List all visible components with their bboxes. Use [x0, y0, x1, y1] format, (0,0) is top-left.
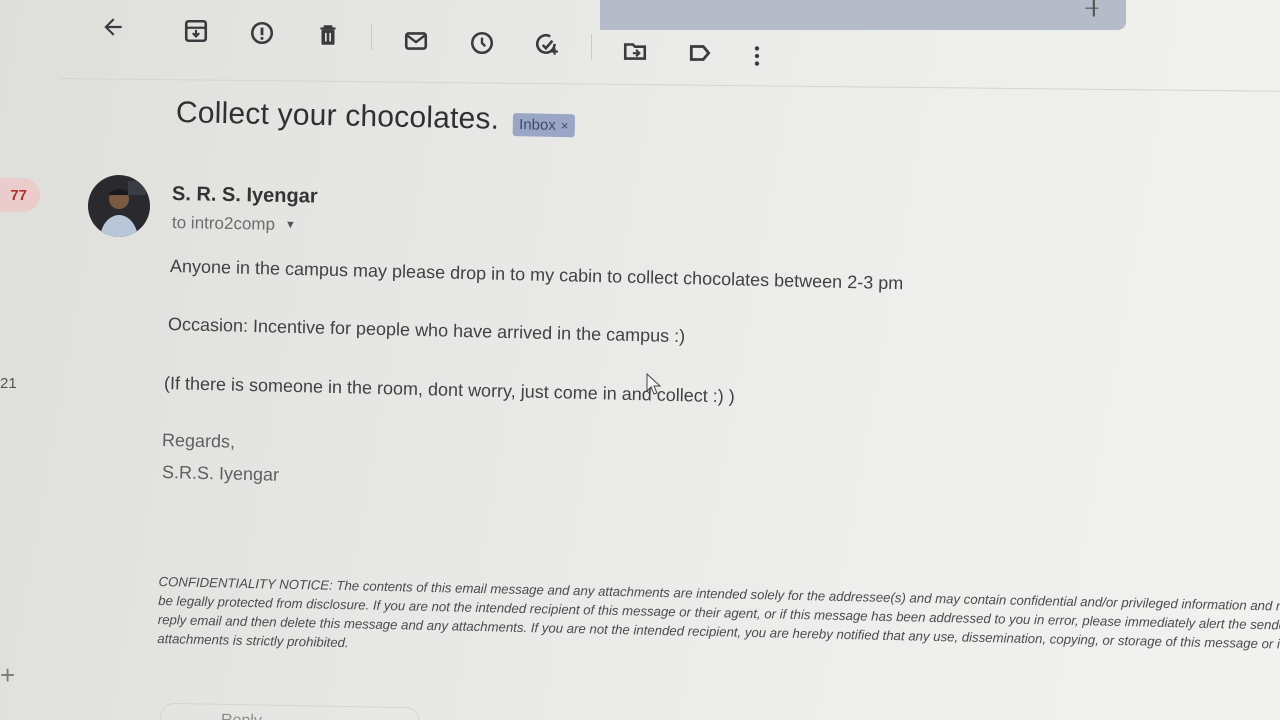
sidebar-count-2[interactable]: 21: [0, 375, 17, 392]
mouse-cursor-icon: [646, 373, 662, 395]
signature-regards: Regards,: [161, 430, 236, 452]
reply-label: Reply: [221, 712, 262, 720]
label-icon[interactable]: [685, 38, 715, 68]
reply-button[interactable]: Reply: [159, 702, 421, 720]
toolbar-divider: [59, 78, 1280, 92]
add-to-tasks-icon[interactable]: [532, 30, 562, 60]
confidentiality-notice: CONFIDENTIALITY NOTICE: The contents of …: [157, 572, 1280, 673]
sidebar-count-badge[interactable]: 77: [0, 178, 40, 212]
notice-heading: CONFIDENTIALITY NOTICE:: [158, 574, 333, 593]
mark-unread-icon[interactable]: [401, 26, 431, 56]
report-spam-icon[interactable]: [247, 18, 277, 48]
inbox-label-badge[interactable]: Inbox ×: [512, 112, 575, 137]
snooze-icon[interactable]: [467, 28, 497, 58]
sender-name[interactable]: S. R. S. Iyengar: [172, 183, 318, 209]
back-arrow-icon[interactable]: [98, 12, 128, 42]
signature-name: S.R.S. Iyengar: [161, 462, 280, 485]
remove-label-icon[interactable]: ×: [561, 118, 569, 133]
move-to-icon[interactable]: [620, 36, 650, 66]
subject-row: Collect your chocolates. Inbox ×: [176, 96, 575, 138]
inbox-label-text: Inbox: [518, 115, 557, 134]
chevron-down-icon[interactable]: ▼: [285, 219, 296, 231]
archive-icon[interactable]: [181, 16, 211, 46]
recipient-text: to intro2comp: [171, 213, 276, 234]
plus-icon[interactable]: +: [0, 662, 15, 688]
avatar[interactable]: [88, 175, 150, 237]
more-vert-icon[interactable]: [742, 41, 772, 71]
body-line-1: Anyone in the campus may please drop in …: [169, 256, 904, 294]
recipient-row[interactable]: to intro2comp ▼: [172, 213, 296, 235]
email-toolbar: [0, 0, 1280, 92]
delete-icon[interactable]: [313, 20, 343, 50]
body-line-2: Occasion: Incentive for people who have …: [167, 314, 686, 347]
email-subject: Collect your chocolates.: [175, 96, 500, 136]
